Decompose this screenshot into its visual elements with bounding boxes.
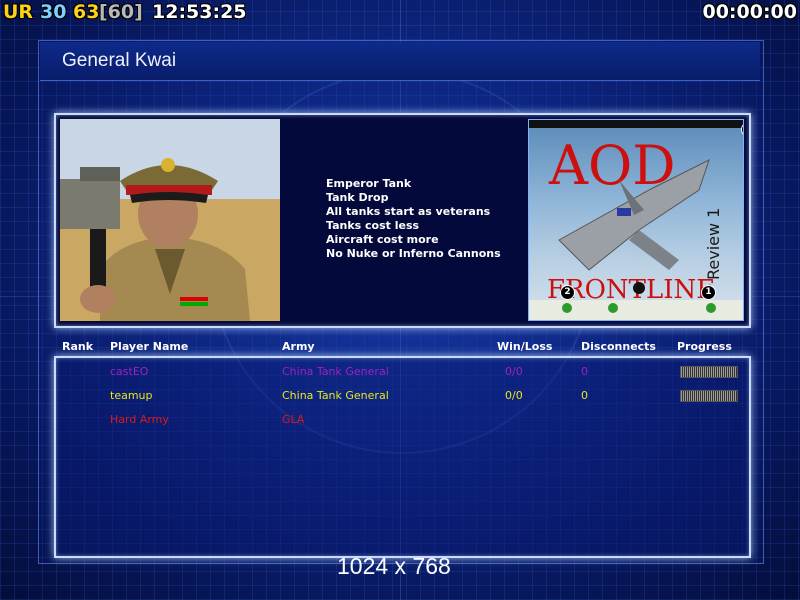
page-title: General Kwai [62,50,177,71]
overlay-stat-2: 63 [73,1,100,23]
feature-item: Tank Drop [326,191,389,204]
column-header-player-name: Player Name [110,340,189,353]
player-army: GLA [282,413,305,426]
overlay-stat-1: 30 [40,1,67,23]
player-list-panel[interactable] [54,356,751,558]
resolution-label: 1024 x 768 [337,553,451,579]
column-header-rank: Rank [62,340,94,353]
player-progress-bar [680,366,738,378]
map-slot-badge: 2 [560,285,575,300]
map-review-text: Review 1 [704,208,723,280]
map-preview[interactable]: AOD Review 1 FRONTLINE 4 2 1 [528,119,744,321]
player-name: castEO [110,365,149,378]
feature-item: Aircraft cost more [326,233,439,246]
general-portrait-illustration [60,119,280,321]
column-header-army: Army [282,340,315,353]
player-disconnects: 0 [581,365,588,378]
player-win-loss: 0/0 [505,365,523,378]
column-header-win-loss: Win/Loss [497,340,553,353]
column-header-disconnects: Disconnects [581,340,656,353]
player-army: China Tank General [282,389,389,402]
feature-item: All tanks start as veterans [326,205,491,218]
general-info-panel: Emperor Tank Tank Drop All tanks start a… [54,113,751,328]
overlay-ur-label: UR [3,1,34,23]
player-name: teamup [110,389,153,402]
player-win-loss: 0/0 [505,389,523,402]
map-slot-badge: 1 [701,285,716,300]
feature-item: Tanks cost less [326,219,420,232]
column-header-progress: Progress [677,340,732,353]
player-army: China Tank General [282,365,389,378]
player-disconnects: 0 [581,389,588,402]
player-progress-bar [680,390,738,402]
feature-item: Emperor Tank [326,177,412,190]
feature-item: No Nuke or Inferno Cannons [326,247,501,260]
general-portrait [60,119,280,321]
title-bar: General Kwai [40,42,760,81]
overlay-stat-3: [60] [99,1,143,23]
fps-overlay: UR 30 63 [60] 12:53:25 00:00:00 [0,0,800,26]
player-name: Hard Army [110,413,169,426]
overlay-timer: 00:00:00 [702,1,797,23]
general-features-list: Emperor Tank Tank Drop All tanks start a… [326,177,501,261]
overlay-clock: 12:53:25 [152,1,247,23]
